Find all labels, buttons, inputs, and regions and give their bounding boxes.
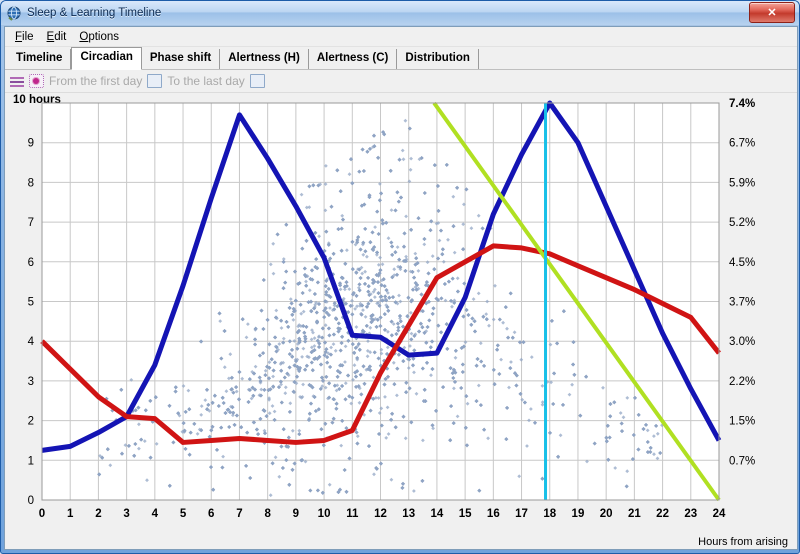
svg-text:17: 17 xyxy=(515,508,528,520)
svg-text:3: 3 xyxy=(123,508,129,520)
svg-text:6.7%: 6.7% xyxy=(729,138,755,150)
svg-text:16: 16 xyxy=(487,508,500,520)
close-button[interactable]: ✕ xyxy=(749,2,795,23)
svg-text:0.7%: 0.7% xyxy=(729,455,755,467)
menu-bar: File Edit Options xyxy=(5,27,797,47)
from-first-day-label: From the first day xyxy=(49,74,143,88)
tab-circadian[interactable]: Circadian xyxy=(71,47,142,70)
svg-text:12: 12 xyxy=(374,508,387,520)
svg-text:2: 2 xyxy=(95,508,101,520)
menu-item-options-label: ptions xyxy=(88,30,120,43)
tool-bar: From the first day To the last day xyxy=(5,70,797,93)
svg-text:19: 19 xyxy=(572,508,585,520)
svg-text:9: 9 xyxy=(293,508,299,520)
window-controls: ✕ xyxy=(748,2,795,23)
menu-item-file[interactable]: File xyxy=(9,29,41,45)
svg-text:8: 8 xyxy=(28,177,34,189)
to-last-day-label: To the last day xyxy=(167,74,245,88)
svg-text:6: 6 xyxy=(208,508,214,520)
svg-text:7.4%: 7.4% xyxy=(729,98,755,110)
svg-text:11: 11 xyxy=(346,508,359,520)
svg-text:1: 1 xyxy=(28,455,34,467)
window-title: Sleep & Learning Timeline xyxy=(27,7,162,19)
tab-timeline[interactable]: Timeline xyxy=(8,49,72,69)
burst-icon[interactable] xyxy=(29,74,44,88)
svg-text:2: 2 xyxy=(28,416,34,428)
svg-text:1.5%: 1.5% xyxy=(729,416,755,428)
svg-text:15: 15 xyxy=(459,508,472,520)
svg-text:1: 1 xyxy=(67,508,74,520)
svg-text:3: 3 xyxy=(28,376,34,388)
calendar-icon-from[interactable] xyxy=(147,74,163,88)
svg-text:18: 18 xyxy=(543,508,556,520)
svg-text:2.2%: 2.2% xyxy=(729,376,755,388)
menu-item-file-label: ile xyxy=(22,30,34,43)
svg-text:10: 10 xyxy=(318,508,331,520)
x-axis-labels: 0 1 2 3 4 5 6 7 8 9 10 11 12 13 14 15 16 17 18 19 20 21 22 23 24 xyxy=(39,508,726,520)
title-bar: Sleep & Learning Timeline ✕ xyxy=(1,1,799,26)
svg-text:8: 8 xyxy=(264,508,271,520)
y-axis-left-labels: 0 1 2 3 4 5 6 7 8 9 xyxy=(28,138,35,507)
tab-distribution[interactable]: Distribution xyxy=(397,49,479,69)
svg-text:4: 4 xyxy=(28,336,35,348)
x-axis-title: Hours from arising xyxy=(698,536,788,548)
circadian-chart[interactable]: 10 hours Hours from arising 0 1 2 3 4 5 6 7 8 9 0.… xyxy=(5,93,797,549)
svg-text:13: 13 xyxy=(402,508,415,520)
lines-icon[interactable] xyxy=(10,75,24,88)
y-axis-right-labels: 0.7% 1.5% 2.2% 3.0% 3.7% 4.5% 5.2% 5.9% 6.7% 7.4% xyxy=(729,98,755,467)
svg-text:3.0%: 3.0% xyxy=(729,336,755,348)
menu-item-edit[interactable]: Edit xyxy=(41,29,74,45)
menu-item-options[interactable]: Options xyxy=(73,29,126,45)
tab-alertness-h[interactable]: Alertness (H) xyxy=(220,49,309,69)
chart-canvas: 01234567890.7%1.5%2.2%3.0%3.7%4.5%5.2%5.… xyxy=(28,98,756,520)
svg-text:22: 22 xyxy=(656,508,669,520)
svg-text:23: 23 xyxy=(684,508,697,520)
svg-text:14: 14 xyxy=(431,508,444,520)
svg-text:4: 4 xyxy=(152,508,159,520)
app-icon xyxy=(6,5,22,21)
tab-phase-shift[interactable]: Phase shift xyxy=(142,49,221,69)
svg-text:5: 5 xyxy=(28,297,34,309)
svg-text:0: 0 xyxy=(28,495,34,507)
tab-alertness-c[interactable]: Alertness (C) xyxy=(309,49,398,69)
svg-text:5.2%: 5.2% xyxy=(729,217,755,229)
svg-text:7: 7 xyxy=(28,217,34,229)
menu-item-edit-label: dit xyxy=(54,30,67,43)
svg-text:20: 20 xyxy=(600,508,613,520)
svg-text:5: 5 xyxy=(180,508,187,520)
application-window: Sleep & Learning Timeline ✕ File Edit Op… xyxy=(0,0,800,554)
svg-text:21: 21 xyxy=(628,508,641,520)
svg-text:5.9%: 5.9% xyxy=(729,177,755,189)
tab-strip: Timeline Circadian Phase shift Alertness… xyxy=(5,47,797,70)
svg-text:7: 7 xyxy=(236,508,242,520)
svg-text:4.5%: 4.5% xyxy=(729,257,755,269)
client-area: File Edit Options Timeline Circadian Pha… xyxy=(4,26,798,550)
svg-text:9: 9 xyxy=(28,138,34,150)
svg-text:24: 24 xyxy=(713,508,726,520)
svg-text:0: 0 xyxy=(39,508,45,520)
svg-text:3.7%: 3.7% xyxy=(729,297,755,309)
calendar-icon-to[interactable] xyxy=(249,74,265,88)
svg-text:6: 6 xyxy=(28,257,34,269)
